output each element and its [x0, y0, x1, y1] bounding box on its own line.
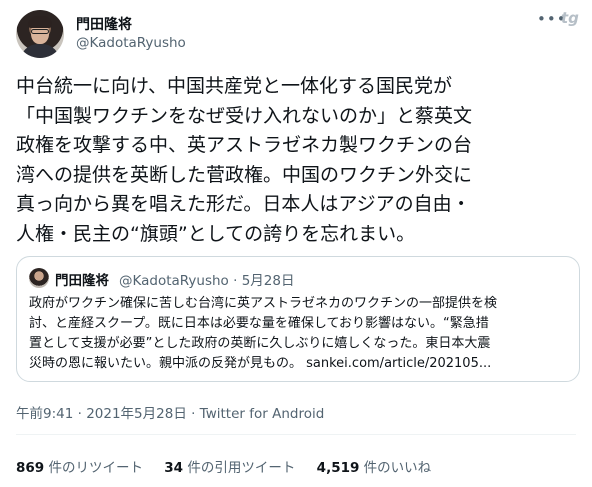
- tweet-text-line: 真っ向から異を唱えた形だ。日本人はアジアの自由・: [16, 193, 471, 215]
- quoted-author-avatar: [29, 268, 49, 288]
- tweet-text-line: 「中国製ワクチンをなぜ受け入れないのか」と蔡英文: [16, 104, 473, 127]
- retweet-count-link[interactable]: 869 件のリツイート: [16, 456, 143, 476]
- brand-mark-icon: tg: [561, 9, 579, 27]
- tweet-text-line: 人権・民主の“旗頭”としての誇りを忘れまい。: [16, 222, 416, 245]
- author-handle[interactable]: @KadotaRyusho: [76, 35, 186, 51]
- quoted-tweet-text: 政府がワクチン確保に苦しむ台湾に英アストラゼネカのワクチンの一部提供を検 討、と…: [29, 294, 569, 374]
- tweet-card: 門田隆将 @KadotaRyusho ••• tg 中台統一に向け、中国共産党と…: [0, 0, 592, 487]
- quoted-handle-date: @KadotaRyusho · 5月28日: [119, 273, 295, 289]
- like-count-link[interactable]: 4,519 件のいいね: [317, 456, 432, 476]
- like-label: 件のいいね: [363, 460, 432, 476]
- quote-count-link[interactable]: 34 件の引用ツイート: [164, 456, 295, 476]
- retweet-label: 件のリツイート: [48, 460, 143, 476]
- quoted-text-line: 災時の恩に報いたい。親中派の反発が見もの。 sankei.com/article…: [29, 356, 492, 371]
- quote-label: 件の引用ツイート: [187, 460, 296, 476]
- tweet-text-line: 湾への提供を英断した菅政権。中国のワクチン外交に: [16, 163, 473, 186]
- retweet-count: 869: [16, 460, 45, 476]
- tweet-timestamp-source[interactable]: 午前9:41 · 2021年5月28日 · Twitter for Androi…: [16, 402, 324, 422]
- quoted-text-line: 政府がワクチン確保に苦しむ台湾に英アストラゼネカのワクチンの一部提供を検: [29, 296, 498, 311]
- tweet-text: 中台統一に向け、中国共産党と一体化する国民党が 「中国製ワクチンをなぜ受け入れな…: [16, 72, 584, 249]
- tweet-stats: 869 件のリツイート 34 件の引用ツイート 4,519 件のいいね: [16, 456, 448, 476]
- quote-count: 34: [164, 460, 184, 476]
- quoted-text-line: 置として支援が必要”とした政府の英断に久しぶりに嬉しくなった。東日本大震: [29, 336, 491, 351]
- tweet-text-line: 中台統一に向け、中国共産党と一体化する国民党が: [16, 75, 453, 97]
- like-count: 4,519: [316, 460, 360, 476]
- quoted-text-line: 討、と産経スクープ。既に日本は必要な量を確保しており影響はない。“緊急措: [29, 316, 489, 331]
- quoted-tweet[interactable]: 門田隆将 @KadotaRyusho · 5月28日 政府がワクチン確保に苦しむ…: [16, 256, 580, 382]
- tweet-text-line: 政権を攻撃する中、英アストラゼネカ製ワクチンの台: [16, 134, 473, 156]
- divider: [16, 434, 576, 435]
- author-display-name[interactable]: 門田隆将: [76, 14, 132, 34]
- author-avatar[interactable]: [16, 10, 64, 58]
- quoted-author-name: 門田隆将: [55, 273, 109, 289]
